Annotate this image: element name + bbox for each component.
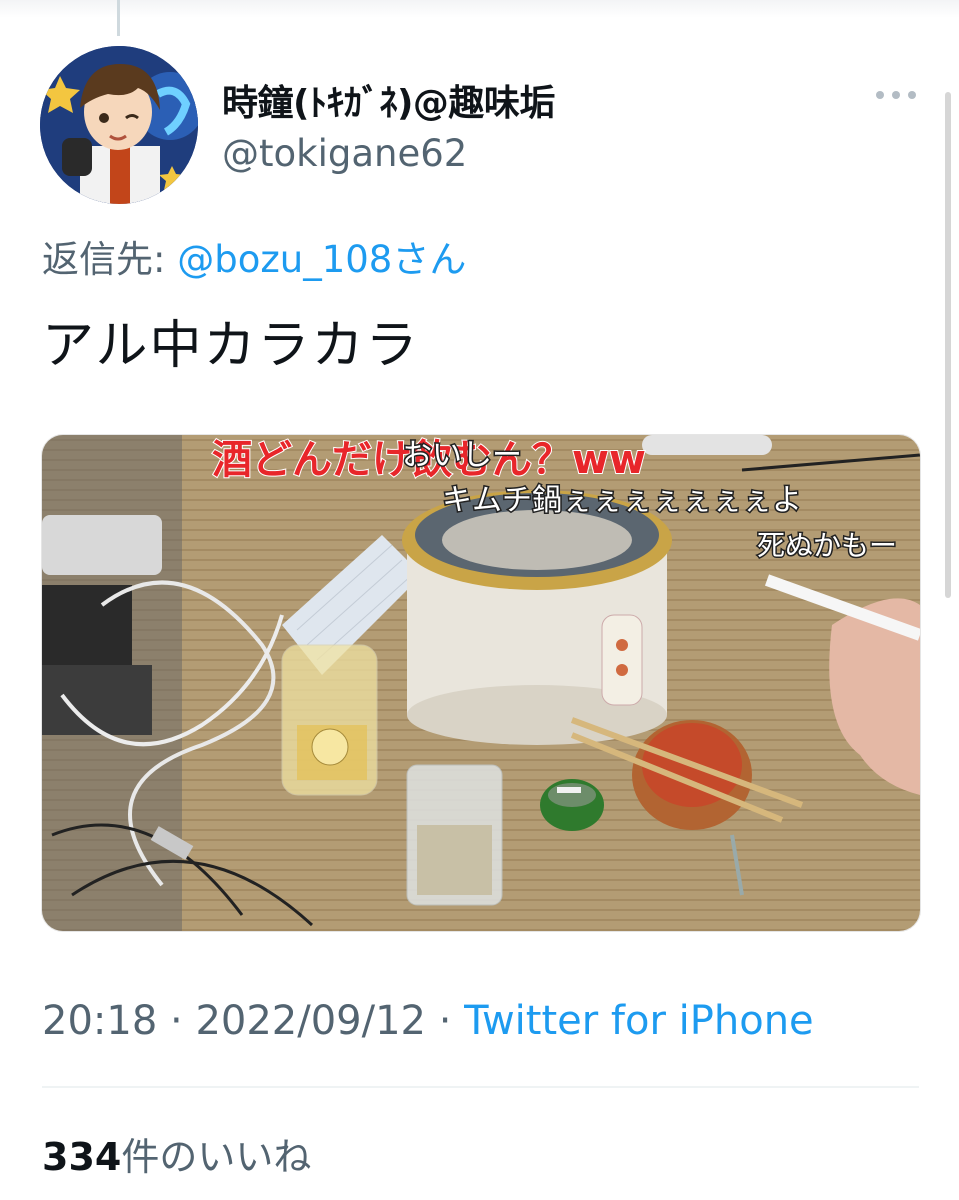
media-comment-2: キムチ鍋ぇぇぇぇぇぇぇよ bbox=[442, 483, 802, 518]
divider bbox=[42, 1086, 919, 1088]
more-dot bbox=[892, 91, 900, 99]
more-dot bbox=[908, 91, 916, 99]
tweet-media-image[interactable]: 酒どんだけ飲むん？ww おいしー キムチ鍋ぇぇぇぇぇぇぇよ 死ぬかもー bbox=[41, 434, 921, 932]
tweet-metadata: 20:18 · 2022/09/12 · Twitter for iPhone bbox=[42, 998, 814, 1044]
top-edge bbox=[0, 0, 959, 18]
media-photo: 酒どんだけ飲むん？ww おいしー キムチ鍋ぇぇぇぇぇぇぇよ 死ぬかもー bbox=[42, 435, 920, 931]
tweet-date[interactable]: 2022/09/12 bbox=[195, 998, 426, 1044]
media-comment-3: 死ぬかもー bbox=[757, 529, 897, 562]
more-options-icon[interactable] bbox=[876, 80, 916, 110]
likes-label: 件のいいね bbox=[121, 1135, 312, 1179]
user-handle[interactable]: @tokigane62 bbox=[222, 132, 467, 175]
media-comment-1: おいしー bbox=[402, 438, 522, 473]
meta-separator: · bbox=[157, 998, 196, 1044]
reply-prefix: 返信先: bbox=[42, 238, 178, 281]
meta-separator: · bbox=[425, 998, 465, 1044]
display-name[interactable]: 時鐘(ﾄｷｶﾞﾈ)@趣味垢 bbox=[222, 74, 555, 126]
tweet-time[interactable]: 20:18 bbox=[42, 998, 157, 1044]
tweet-source-link[interactable]: Twitter for iPhone bbox=[464, 998, 814, 1044]
likes-summary[interactable]: 334件のいいね bbox=[42, 1126, 311, 1181]
thread-connector-line bbox=[117, 0, 120, 36]
reply-context: 返信先: @bozu_108さん bbox=[42, 229, 466, 283]
more-dot bbox=[876, 91, 884, 99]
reply-mention-link[interactable]: @bozu_108さん bbox=[177, 238, 466, 281]
avatar[interactable] bbox=[40, 46, 198, 204]
tweet-text: アル中カラカラ bbox=[42, 316, 420, 376]
likes-count: 334 bbox=[42, 1135, 122, 1179]
scrollbar[interactable] bbox=[945, 92, 951, 598]
avatar-image bbox=[40, 46, 198, 204]
